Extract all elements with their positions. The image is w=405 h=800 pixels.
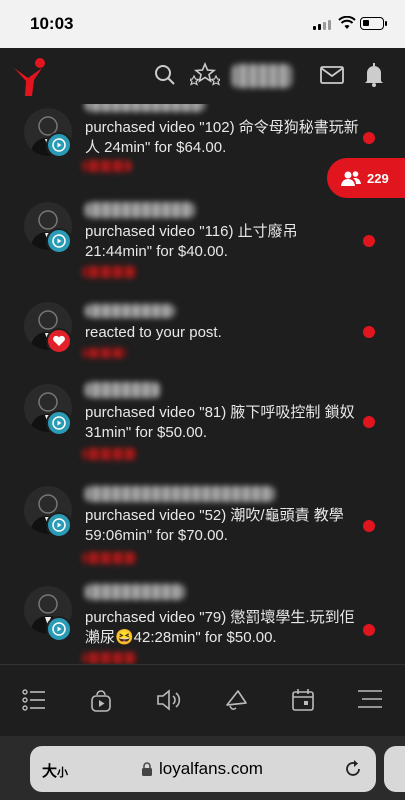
text-size-small-label: 小 <box>57 767 69 779</box>
audio-icon[interactable] <box>156 689 184 711</box>
cellular-signal-icon <box>313 20 331 30</box>
loyalfans-logo-icon[interactable] <box>12 56 52 96</box>
unread-indicator <box>363 416 375 428</box>
play-badge-icon <box>46 512 72 538</box>
list-item[interactable]: purchased video "81) 腋下呼吸控制 鎖奴 31min" fo… <box>0 376 405 476</box>
blurred-timestamp <box>82 552 137 564</box>
blurred-username <box>85 104 205 112</box>
wifi-icon <box>338 16 356 29</box>
battery-icon <box>360 17 387 30</box>
menu-icon[interactable] <box>358 689 382 709</box>
blurred-username <box>85 584 185 600</box>
notification-text: purchased video "52) 潮吹/龜頭責 教學 59:06min"… <box>85 507 344 544</box>
online-followers-button[interactable]: 229 <box>327 158 405 198</box>
notification-text: reacted to your post. <box>85 324 222 341</box>
blurred-timestamp <box>82 448 137 460</box>
messages-icon[interactable] <box>320 66 344 84</box>
notification-text: purchased video "81) 腋下呼吸控制 鎖奴 31min" fo… <box>85 404 355 441</box>
url-text: loyalfans.com <box>159 759 263 778</box>
browser-toolbar: 大小 loyalfans.com <box>0 736 405 800</box>
play-badge-icon <box>46 410 72 436</box>
unread-indicator <box>363 235 375 247</box>
blurred-username <box>232 64 292 88</box>
bottom-navigation <box>0 664 405 736</box>
blurred-username <box>85 202 195 218</box>
play-badge-icon <box>46 228 72 254</box>
top-navigation <box>0 48 405 104</box>
text-size-button[interactable]: 大小 <box>42 760 68 781</box>
notification-text: purchased video "102) 命令母狗秘書玩新人 24min" f… <box>85 119 359 156</box>
blurred-username <box>85 486 275 502</box>
lock-icon <box>142 762 152 776</box>
play-badge-icon <box>46 616 72 642</box>
heart-badge-icon <box>46 328 72 354</box>
list-item[interactable]: purchased video "116) 止寸廢吊 21:44min" for… <box>0 194 405 294</box>
clock: 10:03 <box>30 14 74 33</box>
list-item[interactable]: purchased video "52) 潮吹/龜頭責 教學 59:06min"… <box>0 478 405 578</box>
followers-count: 229 <box>367 170 389 186</box>
play-badge-icon <box>46 132 72 158</box>
unread-indicator <box>363 326 375 338</box>
unread-indicator <box>363 624 375 636</box>
blurred-timestamp <box>82 160 132 172</box>
list-item[interactable]: purchased video "79) 懲罰壞學生.玩到佢瀨尿😆42:28mi… <box>0 580 405 664</box>
next-tab-preview[interactable] <box>384 746 405 792</box>
search-icon[interactable] <box>154 64 176 86</box>
megaphone-icon[interactable] <box>224 689 250 713</box>
video-bag-icon[interactable] <box>90 689 112 713</box>
blurred-timestamp <box>82 266 137 278</box>
blurred-timestamp <box>82 348 127 358</box>
users-icon <box>341 171 361 186</box>
reload-icon[interactable] <box>343 759 363 779</box>
blurred-username <box>85 304 175 318</box>
notification-text: purchased video "79) 懲罰壞學生.玩到佢瀨尿😆42:28mi… <box>85 609 355 646</box>
notifications-bell-icon[interactable] <box>364 63 384 87</box>
text-size-large-label: 大 <box>42 763 58 780</box>
unread-indicator <box>363 132 375 144</box>
notification-text: purchased video "116) 止寸廢吊 21:44min" for… <box>85 223 298 260</box>
calendar-icon[interactable] <box>292 689 314 711</box>
blurred-username <box>85 382 160 398</box>
address-bar[interactable]: 大小 loyalfans.com <box>30 746 376 792</box>
stars-icon[interactable] <box>190 62 220 86</box>
list-icon[interactable] <box>22 689 46 711</box>
status-bar: 10:03 <box>0 0 405 48</box>
unread-indicator <box>363 520 375 532</box>
blurred-timestamp <box>82 652 137 664</box>
